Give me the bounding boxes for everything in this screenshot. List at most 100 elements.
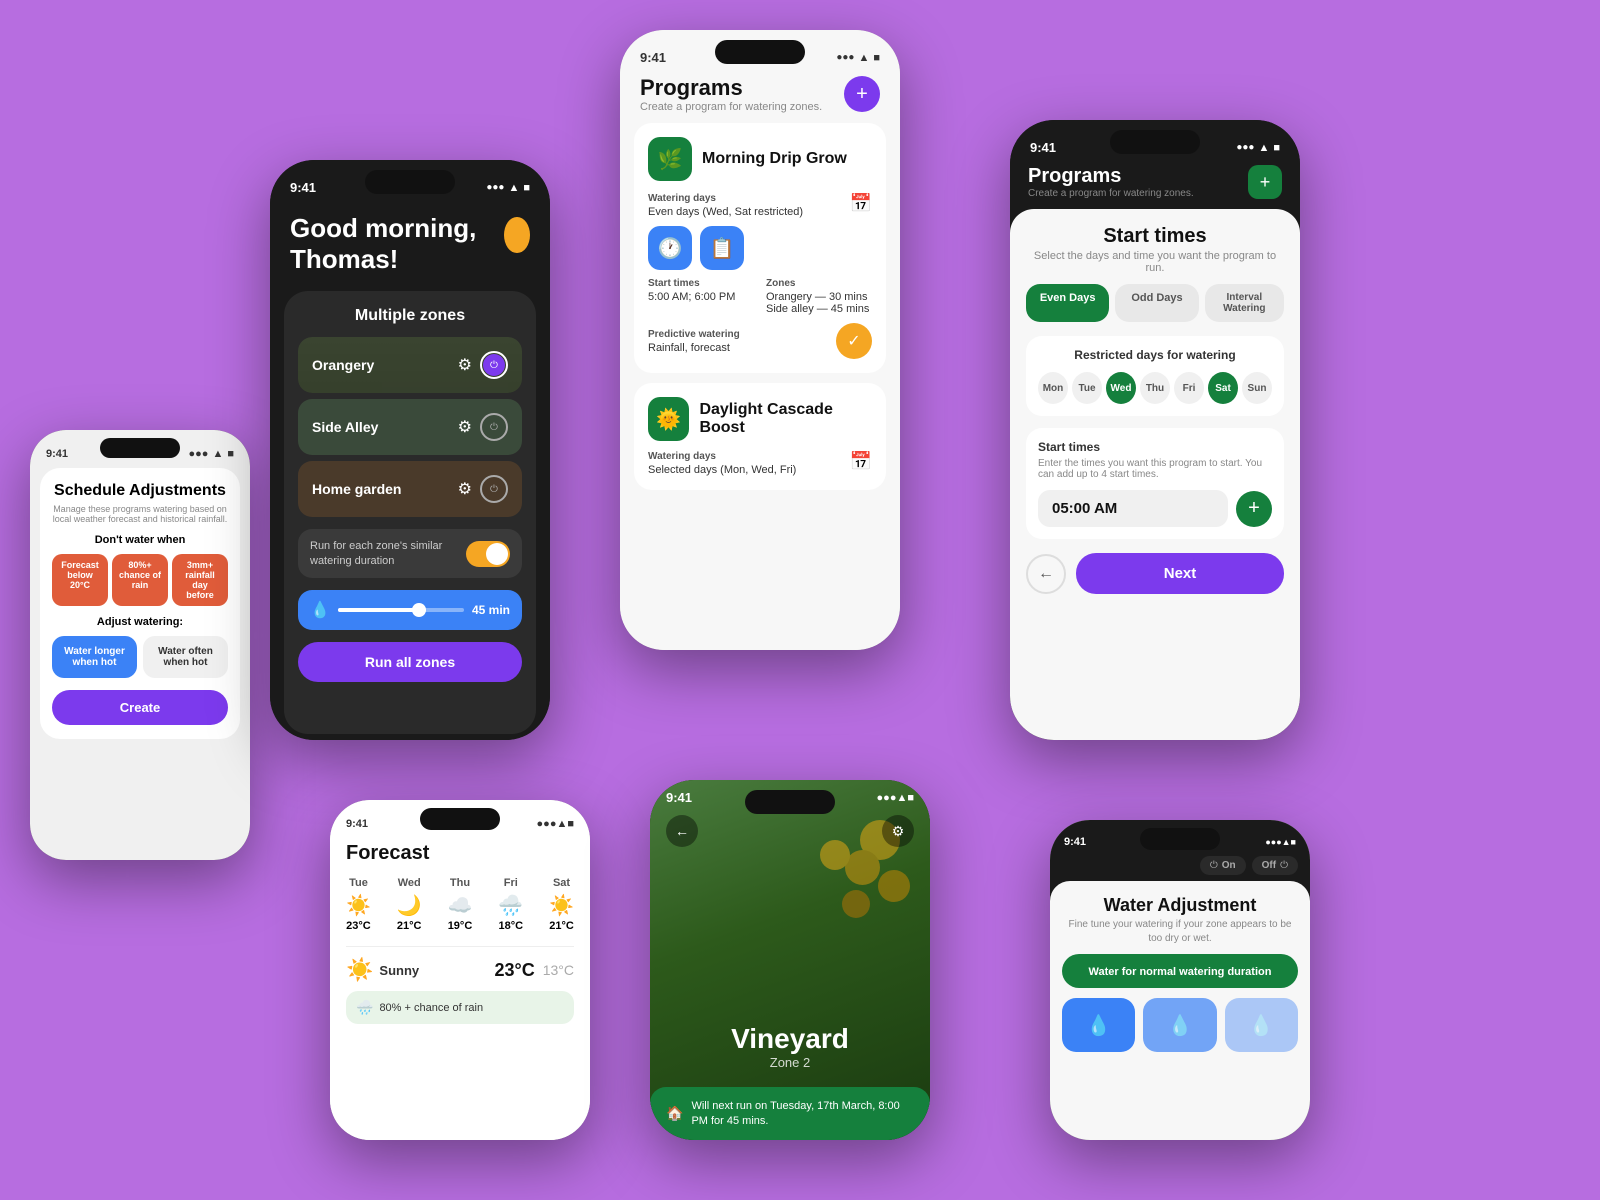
power-icon-off-7: ⏻ — [1280, 860, 1288, 871]
dont-water-label: Don't water when — [52, 534, 228, 546]
status-time-5: 9:41 — [666, 790, 692, 805]
add-program-btn-6[interactable]: + — [1248, 165, 1282, 199]
status-time-4: 9:41 — [346, 818, 368, 830]
program1-name: Morning Drip Grow — [702, 150, 847, 168]
icon-thu: ☁️ — [448, 893, 473, 918]
start-times-value-p1: 5:00 AM; 6:00 PM — [648, 291, 754, 303]
status-time-1: 9:41 — [46, 448, 68, 460]
vineyard-zone: Zone 2 — [650, 1055, 930, 1070]
water-drop-icon: 💧 — [310, 600, 330, 620]
predictive-check-icon: ✓ — [836, 323, 872, 359]
tab-odd-days[interactable]: Odd Days — [1115, 284, 1198, 322]
water-normal-btn[interactable]: 💧 — [1143, 998, 1216, 1052]
water-increase-btn[interactable]: 💧 — [1225, 998, 1298, 1052]
settings-btn-vineyard[interactable]: ⚙ — [882, 815, 914, 847]
calendar-icon-1[interactable]: 📅 — [850, 193, 872, 214]
duration-value: 45 min — [472, 603, 510, 617]
time-input[interactable]: 05:00 AM — [1038, 490, 1228, 527]
notch-4 — [420, 808, 500, 830]
phone-forecast: 9:41 ●●●▲■ Forecast Tue ☀️ 23°C Wed 🌙 21… — [330, 800, 590, 1140]
start-times-label-p1: Start times — [648, 278, 754, 289]
day-sat-r[interactable]: Sat — [1208, 372, 1238, 404]
toggle-label: Run for each zone's similar watering dur… — [310, 539, 458, 568]
status-icons-5: ●●●▲■ — [877, 792, 914, 804]
phone-good-morning: 9:41 ●●●▲■ Good morning, Thomas! Multipl… — [270, 160, 550, 740]
day-mon[interactable]: Mon — [1038, 372, 1068, 404]
water-longer-btn[interactable]: Water longer when hot — [52, 636, 137, 678]
temp-low: 13°C — [543, 962, 574, 978]
on-tab[interactable]: On — [1222, 860, 1236, 871]
day-wed-r[interactable]: Wed — [1106, 372, 1136, 404]
water-adj-subtitle: Fine tune your watering if your zone app… — [1062, 918, 1298, 946]
day-thu: Thu — [448, 877, 473, 889]
clock-icon-1: 🕐 — [648, 226, 692, 270]
gear-icon-home-garden[interactable]: ⚙ — [458, 479, 472, 499]
icon-tue: ☀️ — [346, 893, 371, 918]
normal-duration-btn[interactable]: Water for normal watering duration — [1062, 954, 1298, 988]
phone-start-times: 9:41 ●●●▲■ Programs Create a program for… — [1010, 120, 1300, 740]
add-program-btn[interactable]: + — [844, 76, 880, 112]
gear-icon-side-alley[interactable]: ⚙ — [458, 417, 472, 437]
rain-icon: 🌧️ — [356, 999, 373, 1016]
status-time-3: 9:41 — [640, 50, 666, 65]
condition-3: 3mm+ rainfall day before — [172, 554, 228, 606]
watering-days-label: Watering days — [648, 193, 803, 204]
zone-toggle[interactable] — [466, 541, 510, 567]
predictive-label-p1: Predictive watering — [648, 329, 740, 340]
status-icons-4: ●●●▲■ — [537, 818, 574, 830]
status-time-7: 9:41 — [1064, 836, 1086, 848]
temp-thu: 19°C — [448, 920, 473, 932]
tab-even-days[interactable]: Even Days — [1026, 284, 1109, 322]
watering-days-value: Even days (Wed, Sat restricted) — [648, 206, 803, 218]
start-times-modal-subtitle: Select the days and time you want the pr… — [1026, 250, 1284, 274]
temp-wed: 21°C — [397, 920, 422, 932]
status-icons-1: ●●●▲■ — [189, 448, 234, 460]
tab-interval-watering[interactable]: Interval Watering — [1205, 284, 1284, 322]
day-tue-r[interactable]: Tue — [1072, 372, 1102, 404]
water-often-btn[interactable]: Water often when hot — [143, 636, 228, 678]
duration-slider[interactable] — [338, 608, 464, 612]
notch-5 — [745, 790, 835, 814]
forecast-title: Forecast — [346, 842, 574, 865]
calendar-icon-2[interactable]: 📅 — [850, 451, 872, 472]
watering-days-value-p2: Selected days (Mon, Wed, Fri) — [648, 464, 796, 476]
zones-icon-1: 📋 — [700, 226, 744, 270]
status-icons-6: ●●●▲■ — [1236, 142, 1280, 154]
greeting: Good morning, Thomas! — [290, 213, 504, 275]
next-btn[interactable]: Next — [1076, 553, 1284, 594]
water-decrease-btn[interactable]: 💧 — [1062, 998, 1135, 1052]
power-btn-home-garden[interactable]: ⏻ — [480, 475, 508, 503]
zone-orangery: Orangery — [312, 357, 374, 373]
day-thu-r[interactable]: Thu — [1140, 372, 1170, 404]
power-btn-orangery[interactable]: ⏻ — [480, 351, 508, 379]
create-button[interactable]: Create — [52, 690, 228, 725]
condition-1: Forecast below 20°C — [52, 554, 108, 606]
zones-label-p1: Zones — [766, 278, 872, 289]
status-time-6: 9:41 — [1030, 140, 1056, 155]
sunny-icon-bottom: ☀️ — [346, 957, 373, 983]
run-all-zones-btn[interactable]: Run all zones — [298, 642, 522, 682]
next-run-text: Will next run on Tuesday, 17th March, 8:… — [691, 1099, 914, 1128]
temp-sat: 21°C — [549, 920, 574, 932]
day-sun-r[interactable]: Sun — [1242, 372, 1272, 404]
schedule-subtitle: Manage these programs watering based on … — [52, 504, 228, 524]
add-time-btn[interactable]: + — [1236, 491, 1272, 527]
zones-value-p1: Orangery — 30 mins Side alley — 45 mins — [766, 291, 872, 315]
phone-water-adjustment: 9:41 ●●●▲■ ⏻ On Off ⏻ Water Adjustment F… — [1050, 820, 1310, 1140]
phone-programs-main: 9:41 ●●●▲■ Programs Create a program for… — [620, 30, 900, 650]
day-fri-r[interactable]: Fri — [1174, 372, 1204, 404]
off-tab[interactable]: Off — [1262, 860, 1276, 871]
power-btn-side-alley[interactable]: ⏻ — [480, 413, 508, 441]
program1-icon: 🌿 — [648, 137, 692, 181]
icon-sat: ☀️ — [549, 893, 574, 918]
status-icons-2: ●●●▲■ — [486, 182, 530, 194]
temp-tue: 23°C — [346, 920, 371, 932]
gear-icon-orangery[interactable]: ⚙ — [458, 355, 472, 375]
notch-6 — [1110, 130, 1200, 154]
temp-fri: 18°C — [498, 920, 523, 932]
avatar — [504, 217, 530, 253]
zone-home-garden: Home garden — [312, 481, 401, 497]
back-btn-vineyard[interactable]: ← — [666, 815, 698, 847]
back-btn-start-times[interactable]: ← — [1026, 554, 1066, 594]
restricted-days-label: Restricted days for watering — [1038, 348, 1272, 362]
